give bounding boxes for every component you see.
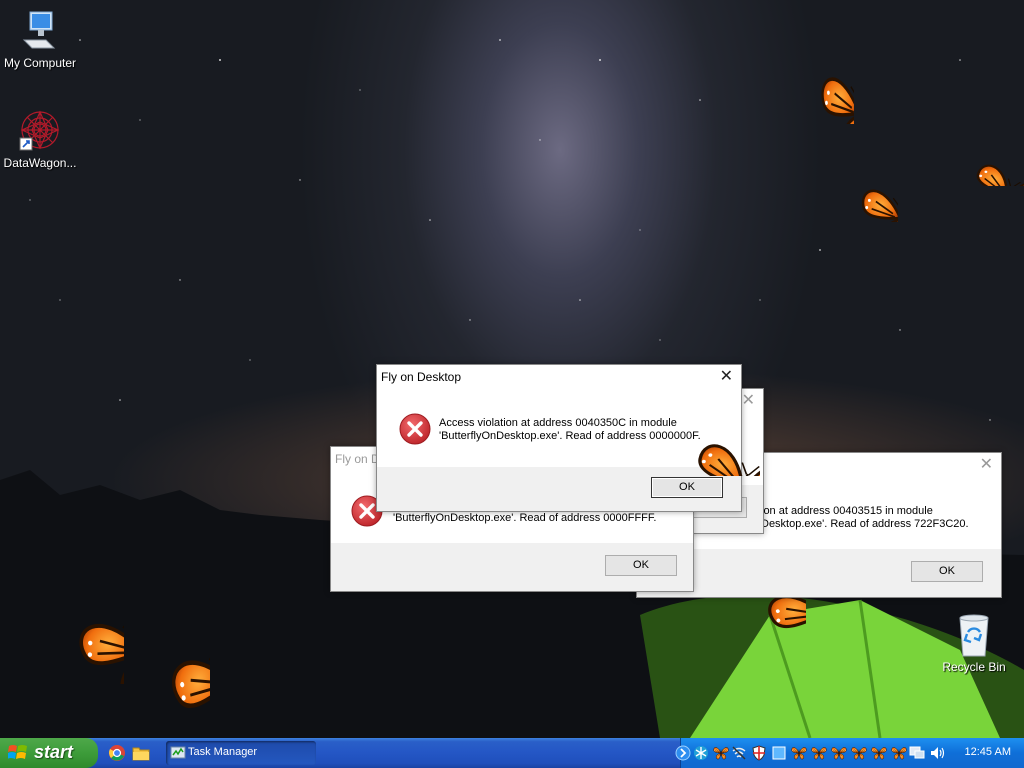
start-button[interactable]: start — [0, 738, 98, 768]
desktop-icon-label: Recycle Bin — [942, 660, 1006, 674]
ok-button[interactable]: OK — [605, 555, 677, 576]
network-monitor-icon[interactable] — [909, 745, 925, 761]
desktop-icon-my-computer[interactable]: My Computer — [0, 10, 80, 70]
butterfly-tray-icon[interactable] — [891, 745, 907, 761]
message-line-1: Access violation at address 0040350C in … — [439, 417, 677, 429]
dialog-title: Fly on Desktop — [381, 370, 462, 384]
desktop-icon-label: DataWagon... — [3, 156, 77, 170]
ok-button[interactable]: OK — [651, 477, 723, 498]
desktop-icon-label: My Computer — [3, 56, 77, 70]
chrome-icon[interactable] — [108, 744, 126, 762]
monitor-icon — [22, 11, 56, 49]
app-square-icon[interactable] — [771, 745, 787, 761]
butterfly-tray-icon[interactable] — [791, 745, 807, 761]
volume-icon[interactable] — [929, 745, 945, 761]
close-icon[interactable]: ✕ — [980, 453, 993, 477]
chevron-left-icon[interactable] — [675, 745, 691, 761]
error-x-icon — [399, 413, 431, 445]
clock[interactable]: 12:45 AM — [965, 746, 1011, 758]
butterfly-tray-icon[interactable] — [871, 745, 887, 761]
taskbar-item-label: Task Manager — [188, 746, 258, 758]
butterfly-tray-icon[interactable] — [831, 745, 847, 761]
spiral-shortcut-icon — [19, 110, 60, 151]
butterfly-tray-icon[interactable] — [713, 745, 729, 761]
recycle-bin-icon — [959, 614, 989, 657]
task-manager-icon — [170, 746, 186, 759]
desktop-icon-recycle-bin[interactable]: Recycle Bin — [934, 612, 1014, 674]
message-line-2: 'ButterflyOnDesktop.exe'. Read of addres… — [393, 512, 657, 524]
folder-icon[interactable] — [132, 744, 150, 762]
dialog-footer: OK — [331, 543, 693, 591]
butterfly-tray-icon[interactable] — [811, 745, 827, 761]
ok-button[interactable]: OK — [911, 561, 983, 582]
butterfly-icon[interactable] — [778, 6, 854, 124]
start-label: start — [34, 742, 74, 762]
dialog-message: ion at address 00403515 in module Deskto… — [761, 505, 969, 531]
desktop-icon-datawagon[interactable]: DataWagon... — [0, 108, 80, 170]
butterfly-icon[interactable] — [100, 588, 210, 738]
butterfly-tray-icon[interactable] — [851, 745, 867, 761]
network-snowflake-icon[interactable] — [693, 745, 709, 761]
wifi-off-icon[interactable] — [731, 745, 747, 761]
windows-flag-icon — [8, 745, 27, 759]
message-line-2: Desktop.exe'. Read of address 722F3C20. — [761, 518, 969, 530]
desktop[interactable]: My Computer DataWagon... Recycle Bin ✕ i… — [0, 0, 1024, 738]
taskbar: start Task Manager 12:45 AM — [0, 738, 1024, 768]
butterfly-icon[interactable] — [818, 136, 898, 222]
system-tray: 12:45 AM — [675, 738, 1024, 768]
security-shield-icon[interactable] — [751, 745, 767, 761]
butterfly-icon[interactable] — [650, 380, 760, 476]
butterfly-icon[interactable] — [944, 120, 1024, 186]
message-line-1: ion at address 00403515 in module — [761, 505, 933, 517]
taskbar-item-task-manager[interactable]: Task Manager — [166, 741, 316, 765]
